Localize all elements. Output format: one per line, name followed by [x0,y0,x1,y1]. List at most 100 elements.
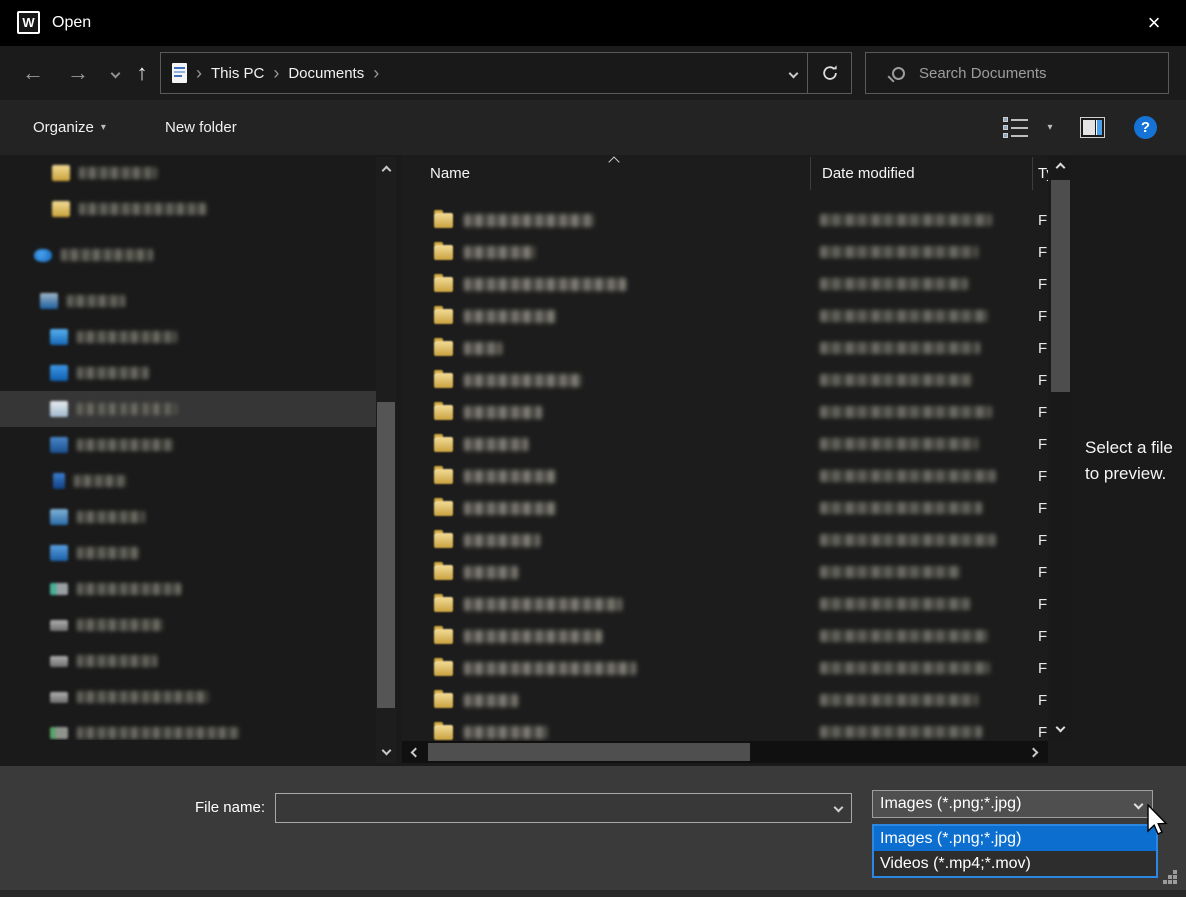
file-row[interactable]: F [402,364,1048,396]
breadcrumb-documents[interactable]: Documents [288,65,364,82]
chevron-down-icon[interactable] [834,803,844,813]
organize-label: Organize [33,119,94,136]
sidebar-item-icon [50,401,68,417]
forward-button[interactable]: → [61,46,95,100]
sidebar-item[interactable] [0,355,376,391]
command-toolbar: Organize ▾ New folder ▾ ? [0,100,1186,155]
sidebar-item[interactable] [0,499,376,535]
sidebar-item[interactable] [0,283,376,319]
column-divider[interactable] [1032,157,1033,190]
scroll-up-arrow[interactable] [1050,157,1071,177]
file-row[interactable]: F [402,300,1048,332]
folder-icon [434,245,453,260]
file-row[interactable]: F [402,428,1048,460]
file-row[interactable]: F [402,620,1048,652]
folder-icon [434,213,453,228]
refresh-button[interactable] [807,53,851,93]
folder-icon [434,693,453,708]
sidebar-item[interactable] [0,463,376,499]
file-row[interactable]: F [402,652,1048,684]
file-row[interactable]: F [402,396,1048,428]
file-row[interactable]: F [402,684,1048,716]
sidebar-item-label-redacted [77,511,145,523]
new-folder-button[interactable]: New folder [165,100,237,155]
sidebar-item-icon [52,165,70,181]
date-modified-redacted [820,598,970,610]
sidebar-item[interactable] [0,191,376,227]
organize-button[interactable]: Organize ▾ [33,100,106,155]
sidebar-item-label-redacted [77,655,157,667]
scroll-down-arrow[interactable] [376,741,396,759]
views-dropdown-button[interactable]: ▾ [1040,100,1060,155]
sidebar-item[interactable] [0,715,376,740]
up-button[interactable]: ↑ [125,46,159,100]
sidebar-item-label-redacted [79,167,157,179]
folder-icon [434,277,453,292]
sidebar-item[interactable] [0,607,376,643]
search-icon [892,67,905,80]
address-bar[interactable]: › This PC › Documents › [160,52,852,94]
back-button[interactable]: ← [16,46,50,100]
resize-grip[interactable] [1163,870,1185,890]
sidebar-item[interactable] [0,391,376,427]
scroll-right-arrow[interactable] [1022,741,1044,763]
scroll-left-arrow[interactable] [404,741,426,763]
sidebar-item[interactable] [0,679,376,715]
file-row[interactable]: F [402,492,1048,524]
sidebar-item[interactable] [0,535,376,571]
file-type-option[interactable]: Images (*.png;*.jpg) [874,826,1156,851]
horizontal-scrollbar[interactable] [402,741,1048,763]
file-row[interactable]: F [402,524,1048,556]
file-type-option[interactable]: Videos (*.mp4;*.mov) [874,851,1156,876]
column-header-type[interactable]: Ty [1038,165,1048,182]
search-input[interactable] [919,65,1160,82]
file-row[interactable]: F [402,588,1048,620]
sidebar-item[interactable] [0,643,376,679]
file-name-redacted [464,278,626,291]
breadcrumb-separator: › [364,63,388,84]
sidebar-scrollbar[interactable] [376,157,396,763]
preview-pane-toggle-button[interactable] [1080,117,1105,138]
date-modified-redacted [820,470,996,482]
file-type-text: F [1038,340,1047,357]
file-name-redacted [464,246,536,259]
file-type-text: F [1038,660,1047,677]
scroll-down-arrow[interactable] [1050,717,1071,737]
column-divider[interactable] [810,157,811,190]
column-header-name[interactable]: Name [430,165,470,182]
breadcrumb-this-pc[interactable]: This PC [211,65,264,82]
file-type-select[interactable]: Images (*.png;*.jpg) [872,790,1153,818]
close-button[interactable]: × [1130,0,1178,46]
date-modified-redacted [820,694,978,706]
horizontal-scrollbar-thumb[interactable] [428,743,750,761]
file-type-text: F [1038,436,1047,453]
sidebar-item[interactable] [0,319,376,355]
list-scrollbar[interactable] [1050,155,1071,740]
scroll-up-arrow[interactable] [376,161,396,179]
file-type-selected-label: Images (*.png;*.jpg) [880,795,1021,812]
file-name-input[interactable] [280,795,820,821]
sidebar-scrollbar-thumb[interactable] [377,402,395,708]
column-header-date-modified[interactable]: Date modified [822,165,915,182]
date-modified-redacted [820,502,982,514]
file-type-text: F [1038,308,1047,325]
file-name-redacted [464,374,582,387]
file-name-redacted [464,534,540,547]
list-scrollbar-thumb[interactable] [1051,180,1070,392]
file-row[interactable]: F [402,460,1048,492]
file-row[interactable]: F [402,556,1048,588]
date-modified-redacted [820,438,978,450]
sidebar-item-icon [50,329,68,345]
file-row[interactable]: F [402,236,1048,268]
file-type-text: F [1038,564,1047,581]
change-view-button[interactable] [1003,117,1030,139]
sidebar-item[interactable] [0,571,376,607]
file-type-text: F [1038,596,1047,613]
sidebar-item[interactable] [0,427,376,463]
file-row[interactable]: F [402,204,1048,236]
file-row[interactable]: F [402,332,1048,364]
sidebar-item[interactable] [0,237,376,273]
sidebar-item[interactable] [0,155,376,191]
file-row[interactable]: F [402,268,1048,300]
help-button[interactable]: ? [1134,116,1157,139]
